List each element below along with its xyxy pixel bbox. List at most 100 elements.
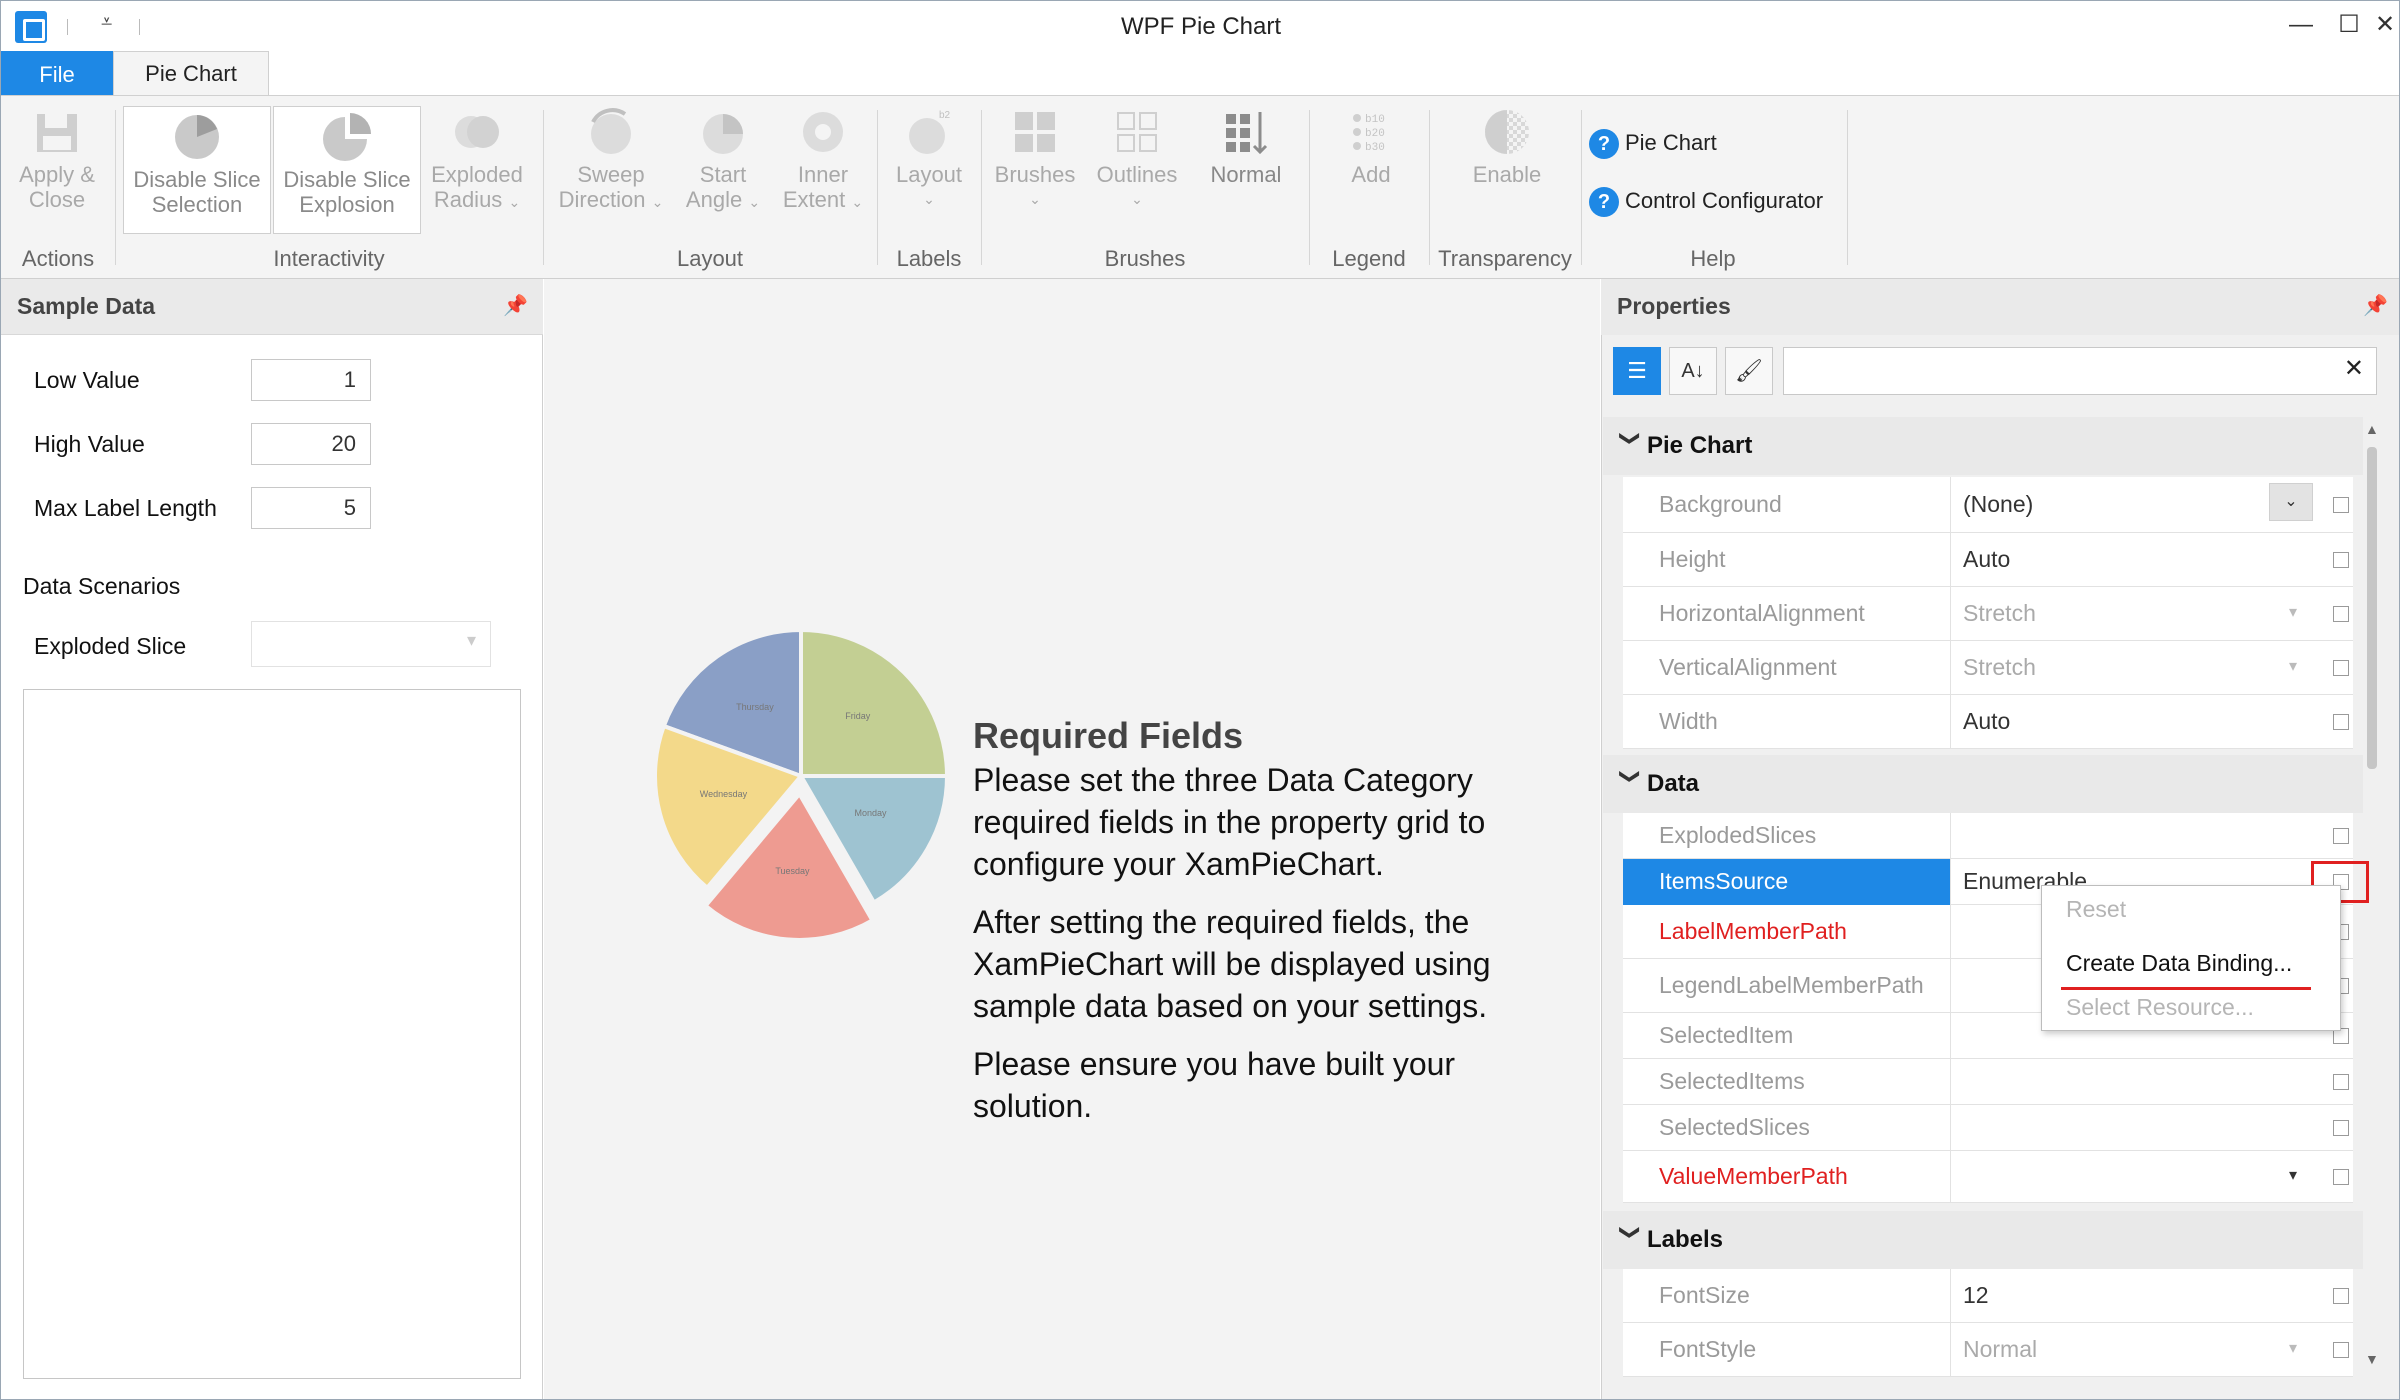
property-row[interactable]: Height Auto <box>1623 533 2353 587</box>
property-name[interactable]: LegendLabelMemberPath <box>1623 959 1951 1013</box>
property-name[interactable]: ItemsSource <box>1623 859 1951 905</box>
property-value[interactable]: ▾ <box>1963 1151 2323 1203</box>
brushes-button[interactable]: Brushes ⌄ <box>989 106 1081 212</box>
advanced-options-marker[interactable] <box>2333 552 2349 568</box>
normal-button[interactable]: Normal <box>1197 106 1295 187</box>
sweep-direction-button[interactable]: Sweep Direction ⌄ <box>553 106 669 215</box>
property-value[interactable] <box>1963 813 2323 859</box>
property-row[interactable]: SelectedSlices <box>1623 1105 2353 1151</box>
category-header[interactable]: ❯ Pie Chart <box>1603 417 2363 475</box>
tab-pie-chart[interactable]: Pie Chart <box>113 51 269 97</box>
property-name[interactable]: LabelMemberPath <box>1623 905 1951 959</box>
apply-close-button[interactable]: Apply & Close <box>9 106 105 212</box>
property-value[interactable]: (None) <box>1963 477 2323 533</box>
alphabetical-sort-button[interactable]: A↓ <box>1669 347 1717 395</box>
category-header[interactable]: ❯ Data <box>1603 755 2363 813</box>
property-name[interactable]: FontStyle <box>1623 1323 1951 1377</box>
categorized-view-button[interactable]: ☰ <box>1613 347 1661 395</box>
advanced-options-marker[interactable] <box>2333 1074 2349 1090</box>
property-value[interactable]: Auto <box>1963 533 2323 587</box>
add-legend-button[interactable]: b10 b20 b30 Add <box>1331 106 1411 187</box>
scrollbar-thumb[interactable] <box>2367 447 2377 769</box>
collapse-chevron-icon[interactable]: ❯ <box>1601 1224 1659 1258</box>
property-row[interactable]: ⌄ Background (None) <box>1623 477 2353 533</box>
dropdown-arrow-icon[interactable]: ▾ <box>2289 587 2297 639</box>
menu-item-create-data-binding[interactable]: Create Data Binding... <box>2066 950 2292 977</box>
property-search-input[interactable]: ✕ <box>1783 347 2377 395</box>
collapse-chevron-icon[interactable]: ❯ <box>1601 768 1659 802</box>
property-name[interactable]: SelectedItems <box>1623 1059 1951 1105</box>
property-value[interactable] <box>1963 1105 2323 1151</box>
low-value-input[interactable]: 1 <box>251 359 371 401</box>
property-name[interactable]: SelectedSlices <box>1623 1105 1951 1151</box>
help-pie-chart-link[interactable]: ? Pie Chart <box>1589 126 1717 160</box>
property-name[interactable]: SelectedItem <box>1623 1013 1951 1059</box>
max-label-length-input[interactable]: 5 <box>251 487 371 529</box>
advanced-options-marker[interactable] <box>2333 714 2349 730</box>
advanced-options-marker[interactable] <box>2333 828 2349 844</box>
dropdown-arrow-icon[interactable]: ▾ <box>2289 641 2297 693</box>
sort-az-icon: A↓ <box>1681 360 1705 382</box>
property-value[interactable]: 12 <box>1963 1269 2323 1323</box>
minimize-button[interactable]: — <box>2283 7 2319 43</box>
enable-transparency-button[interactable]: Enable <box>1455 106 1559 187</box>
property-value[interactable]: Stretch ▾ <box>1963 587 2323 641</box>
property-value[interactable] <box>1963 1059 2323 1105</box>
property-name[interactable]: ExplodedSlices <box>1623 813 1951 859</box>
exploded-radius-button[interactable]: Exploded Radius ⌄ <box>425 106 529 215</box>
property-name[interactable]: VerticalAlignment <box>1623 641 1951 695</box>
pin-icon[interactable]: 📌 <box>2363 293 2388 318</box>
property-row[interactable]: ValueMemberPath ▾ <box>1623 1151 2353 1203</box>
high-value-input[interactable]: 20 <box>251 423 371 465</box>
dropdown-arrow-icon[interactable]: ▾ <box>2289 1151 2297 1201</box>
exploded-slice-combobox[interactable] <box>251 621 491 667</box>
property-row[interactable]: ExplodedSlices <box>1623 813 2353 859</box>
dropdown-arrow-icon[interactable]: ▾ <box>2289 1323 2297 1375</box>
labels-layout-button[interactable]: b2 Layout ⌄ <box>885 106 973 212</box>
menu-item-reset[interactable]: Reset <box>2066 896 2126 923</box>
scroll-down-icon[interactable]: ▼ <box>2365 1351 2379 1367</box>
property-name[interactable]: FontSize <box>1623 1269 1951 1323</box>
help-pie-chart-label: Pie Chart <box>1625 130 1717 155</box>
property-row[interactable]: Width Auto <box>1623 695 2353 749</box>
property-value[interactable]: Normal ▾ <box>1963 1323 2323 1377</box>
scroll-up-icon[interactable]: ▲ <box>2365 421 2379 437</box>
property-row[interactable]: FontStyle Normal ▾ <box>1623 1323 2353 1377</box>
tab-file[interactable]: File <box>1 51 113 95</box>
advanced-options-marker[interactable] <box>2333 606 2349 622</box>
property-row[interactable]: HorizontalAlignment Stretch ▾ <box>1623 587 2353 641</box>
help-control-configurator-link[interactable]: ? Control Configurator <box>1589 184 1823 218</box>
data-scenarios-list[interactable] <box>23 689 521 1379</box>
property-value[interactable]: Stretch ▾ <box>1963 641 2323 695</box>
property-row[interactable]: VerticalAlignment Stretch ▾ <box>1623 641 2353 695</box>
advanced-options-marker[interactable] <box>2333 1120 2349 1136</box>
property-value[interactable]: Auto <box>1963 695 2323 749</box>
advanced-options-marker[interactable] <box>2333 1342 2349 1358</box>
property-name[interactable]: ValueMemberPath <box>1623 1151 1951 1203</box>
property-name[interactable]: Width <box>1623 695 1951 749</box>
labels-layout-dropdown-icon: ⌄ <box>923 191 935 207</box>
advanced-options-marker[interactable] <box>2333 660 2349 676</box>
inner-extent-button[interactable]: Inner Extent ⌄ <box>779 106 867 215</box>
menu-item-select-resource[interactable]: Select Resource... <box>2066 994 2254 1021</box>
clear-search-icon[interactable]: ✕ <box>2344 354 2364 383</box>
category-header[interactable]: ❯ Labels <box>1603 1211 2363 1269</box>
property-name[interactable]: Height <box>1623 533 1951 587</box>
outlines-button[interactable]: Outlines ⌄ <box>1091 106 1183 212</box>
property-name[interactable]: Background <box>1623 477 1951 533</box>
brush-filter-button[interactable]: 🖌 <box>1725 347 1773 395</box>
close-button[interactable]: ✕ <box>2367 7 2399 43</box>
advanced-options-marker[interactable] <box>2333 1169 2349 1185</box>
collapse-chevron-icon[interactable]: ❯ <box>1601 430 1659 464</box>
pin-icon[interactable]: 📌 <box>503 293 528 318</box>
disable-slice-selection-button[interactable]: Disable Slice Selection <box>123 106 271 234</box>
start-angle-button[interactable]: Start Angle ⌄ <box>681 106 765 215</box>
group-label-actions: Actions <box>21 246 95 271</box>
advanced-options-marker[interactable] <box>2333 497 2349 513</box>
maximize-button[interactable]: ☐ <box>2331 7 2367 43</box>
property-row[interactable]: FontSize 12 <box>1623 1269 2353 1323</box>
advanced-options-marker[interactable] <box>2333 1288 2349 1304</box>
property-row[interactable]: SelectedItems <box>1623 1059 2353 1105</box>
property-name[interactable]: HorizontalAlignment <box>1623 587 1951 641</box>
disable-slice-explosion-button[interactable]: Disable Slice Explosion <box>273 106 421 234</box>
